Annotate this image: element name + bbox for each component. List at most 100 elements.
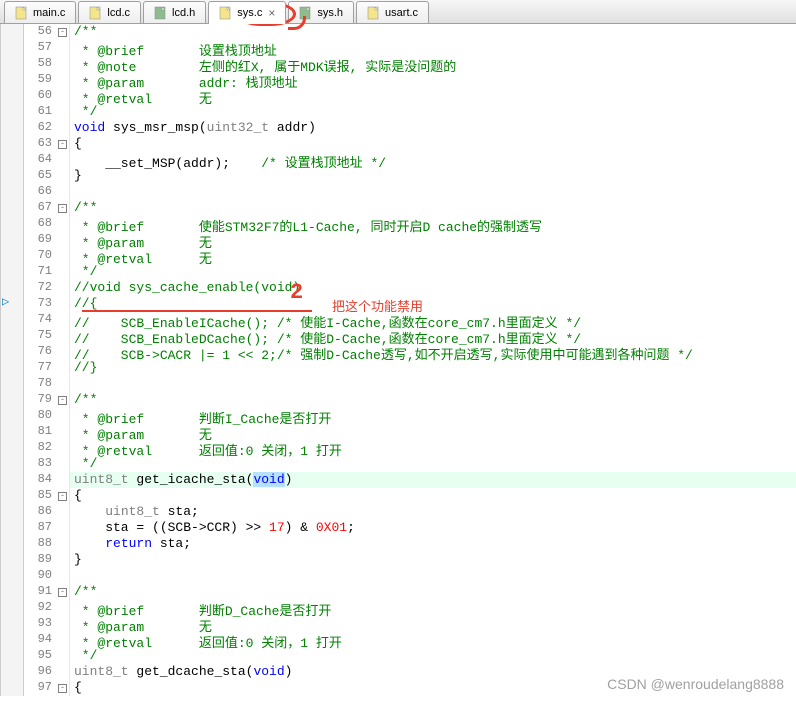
code-line[interactable]: 73//{ — [0, 296, 796, 312]
tab-main-c[interactable]: main.c — [4, 1, 76, 23]
code-line[interactable]: 97-{ — [0, 680, 796, 696]
code-line[interactable]: 95 */ — [0, 648, 796, 664]
code-content[interactable]: * @brief 设置栈顶地址 — [70, 40, 796, 56]
fold-marker[interactable]: - — [56, 136, 70, 152]
code-line[interactable]: 86 uint8_t sta; — [0, 504, 796, 520]
code-content[interactable]: /** — [70, 392, 796, 408]
code-content[interactable]: */ — [70, 648, 796, 664]
margin — [0, 40, 24, 56]
code-line[interactable]: 62void sys_msr_msp(uint32_t addr) — [0, 120, 796, 136]
code-line[interactable]: 57 * @brief 设置栈顶地址 — [0, 40, 796, 56]
code-content[interactable]: // SCB->CACR |= 1 << 2;/* 强制D-Cache透写,如不… — [70, 344, 796, 360]
code-content[interactable]: // SCB_EnableDCache(); /* 使能D-Cache,函数在c… — [70, 328, 796, 344]
code-line[interactable]: 61 */ — [0, 104, 796, 120]
code-content[interactable]: /** — [70, 584, 796, 600]
tab-lcd-h[interactable]: lcd.h — [143, 1, 206, 23]
fold-marker[interactable]: - — [56, 392, 70, 408]
code-line[interactable]: 83 */ — [0, 456, 796, 472]
code-content[interactable]: * @retval 返回值:0 关闭，1 打开 — [70, 440, 796, 456]
code-content[interactable]: * @brief 使能STM32F7的L1-Cache, 同时开启D cache… — [70, 216, 796, 232]
code-line[interactable]: 85-{ — [0, 488, 796, 504]
code-content[interactable]: uint8_t get_icache_sta(void) — [70, 472, 796, 488]
code-content[interactable]: * @param 无 — [70, 232, 796, 248]
code-content[interactable]: //void sys_cache_enable(void) — [70, 280, 796, 296]
code-line[interactable]: 70 * @retval 无 — [0, 248, 796, 264]
code-content[interactable] — [70, 184, 796, 200]
code-line[interactable]: 94 * @retval 返回值:0 关闭，1 打开 — [0, 632, 796, 648]
tab-sys-h[interactable]: sys.h — [288, 1, 354, 23]
tab-usart-c[interactable]: usart.c — [356, 1, 429, 23]
code-line[interactable]: 92 * @brief 判断D_Cache是否打开 — [0, 600, 796, 616]
code-line[interactable]: 78 — [0, 376, 796, 392]
code-line[interactable]: 59 * @param addr: 栈顶地址 — [0, 72, 796, 88]
code-line[interactable]: 75// SCB_EnableDCache(); /* 使能D-Cache,函数… — [0, 328, 796, 344]
code-content[interactable]: */ — [70, 104, 796, 120]
code-content[interactable]: * @retval 无 — [70, 248, 796, 264]
code-content[interactable]: /** — [70, 24, 796, 40]
code-line[interactable]: 68 * @brief 使能STM32F7的L1-Cache, 同时开启D ca… — [0, 216, 796, 232]
code-content[interactable]: sta = ((SCB->CCR) >> 17) & 0X01; — [70, 520, 796, 536]
code-content[interactable]: * @note 左侧的红X, 属于MDK误报, 实际是没问题的 — [70, 56, 796, 72]
tab-sys-c[interactable]: sys.c× — [208, 1, 286, 24]
code-line[interactable]: 58 * @note 左侧的红X, 属于MDK误报, 实际是没问题的 — [0, 56, 796, 72]
code-line[interactable]: 77//} — [0, 360, 796, 376]
code-content[interactable]: //{ — [70, 296, 796, 312]
code-line[interactable]: 60 * @retval 无 — [0, 88, 796, 104]
code-content[interactable]: // SCB_EnableICache(); /* 使能I-Cache,函数在c… — [70, 312, 796, 328]
tab-lcd-c[interactable]: lcd.c — [78, 1, 141, 23]
fold-marker[interactable]: - — [56, 200, 70, 216]
code-line[interactable]: 81 * @param 无 — [0, 424, 796, 440]
code-line[interactable]: 76// SCB->CACR |= 1 << 2;/* 强制D-Cache透写,… — [0, 344, 796, 360]
close-icon[interactable]: × — [268, 6, 275, 20]
code-content[interactable]: } — [70, 552, 796, 568]
code-content[interactable]: * @brief 判断D_Cache是否打开 — [70, 600, 796, 616]
code-content[interactable] — [70, 568, 796, 584]
code-line[interactable]: 64 __set_MSP(addr); /* 设置栈顶地址 */ — [0, 152, 796, 168]
fold-marker[interactable]: - — [56, 488, 70, 504]
code-line[interactable]: 72//void sys_cache_enable(void) — [0, 280, 796, 296]
code-line[interactable]: 71 */ — [0, 264, 796, 280]
code-content[interactable]: } — [70, 168, 796, 184]
code-content[interactable]: * @brief 判断I_Cache是否打开 — [70, 408, 796, 424]
code-line[interactable]: 79-/** — [0, 392, 796, 408]
code-line[interactable]: 63-{ — [0, 136, 796, 152]
code-line[interactable]: 67-/** — [0, 200, 796, 216]
code-content[interactable]: * @retval 返回值:0 关闭，1 打开 — [70, 632, 796, 648]
code-line[interactable]: 91-/** — [0, 584, 796, 600]
code-line[interactable]: 89} — [0, 552, 796, 568]
code-content[interactable]: * @retval 无 — [70, 88, 796, 104]
code-line[interactable]: 88 return sta; — [0, 536, 796, 552]
code-line[interactable]: 74// SCB_EnableICache(); /* 使能I-Cache,函数… — [0, 312, 796, 328]
code-content[interactable]: uint8_t get_dcache_sta(void) — [70, 664, 796, 680]
code-content[interactable]: void sys_msr_msp(uint32_t addr) — [70, 120, 796, 136]
code-content[interactable]: */ — [70, 264, 796, 280]
code-content[interactable]: { — [70, 136, 796, 152]
code-line[interactable]: 80 * @brief 判断I_Cache是否打开 — [0, 408, 796, 424]
code-content[interactable]: * @param addr: 栈顶地址 — [70, 72, 796, 88]
code-content[interactable]: * @param 无 — [70, 616, 796, 632]
code-line[interactable]: 56-/** — [0, 24, 796, 40]
code-content[interactable]: //} — [70, 360, 796, 376]
code-line[interactable]: 65} — [0, 168, 796, 184]
code-line[interactable]: 90 — [0, 568, 796, 584]
code-content[interactable]: __set_MSP(addr); /* 设置栈顶地址 */ — [70, 152, 796, 168]
code-line[interactable]: 93 * @param 无 — [0, 616, 796, 632]
fold-marker[interactable]: - — [56, 680, 70, 696]
code-line[interactable]: 69 * @param 无 — [0, 232, 796, 248]
code-line[interactable]: 66 — [0, 184, 796, 200]
code-line[interactable]: 87 sta = ((SCB->CCR) >> 17) & 0X01; — [0, 520, 796, 536]
code-content[interactable]: uint8_t sta; — [70, 504, 796, 520]
code-content[interactable] — [70, 376, 796, 392]
code-editor[interactable]: 56-/**57 * @brief 设置栈顶地址58 * @note 左侧的红X… — [0, 24, 796, 708]
code-content[interactable]: * @param 无 — [70, 424, 796, 440]
code-content[interactable]: { — [70, 680, 796, 696]
code-content[interactable]: */ — [70, 456, 796, 472]
code-content[interactable]: return sta; — [70, 536, 796, 552]
code-line[interactable]: 96uint8_t get_dcache_sta(void) — [0, 664, 796, 680]
code-content[interactable]: { — [70, 488, 796, 504]
code-content[interactable]: /** — [70, 200, 796, 216]
code-line[interactable]: 82 * @retval 返回值:0 关闭，1 打开 — [0, 440, 796, 456]
fold-marker[interactable]: - — [56, 584, 70, 600]
code-line[interactable]: 84uint8_t get_icache_sta(void) — [0, 472, 796, 488]
fold-marker[interactable]: - — [56, 24, 70, 40]
